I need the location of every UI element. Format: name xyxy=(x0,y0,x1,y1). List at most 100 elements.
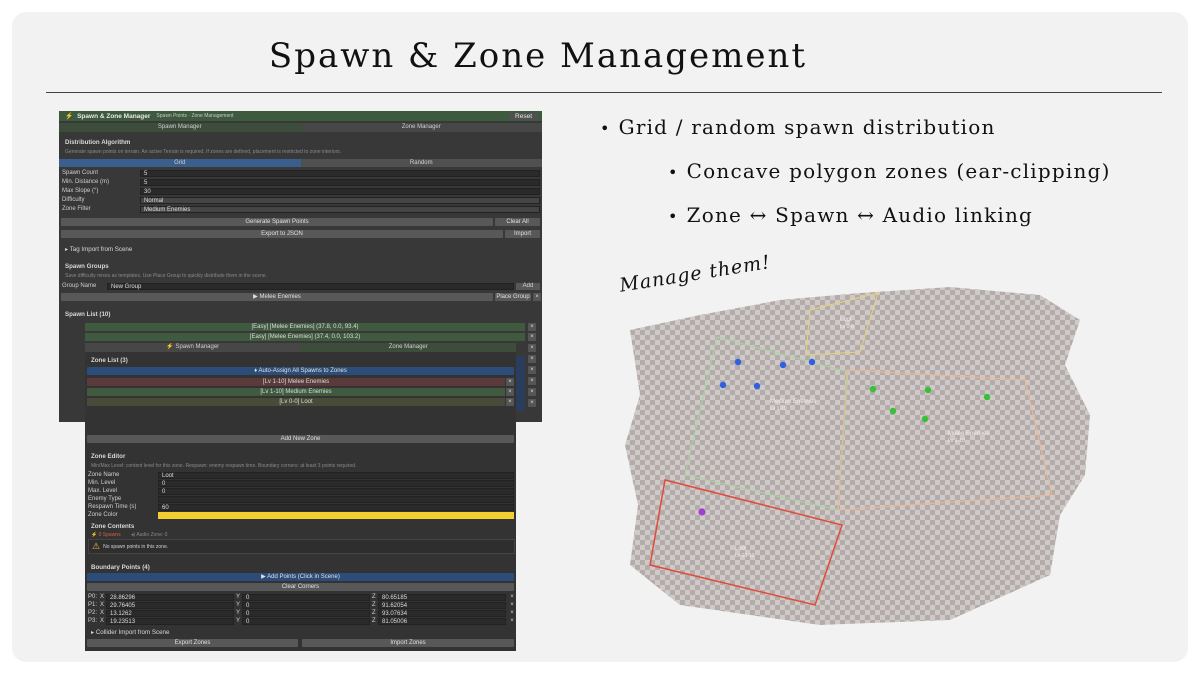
min-distance-field[interactable]: 5 xyxy=(140,178,540,186)
generate-spawn-points-button[interactable]: Generate Spawn Points xyxy=(61,218,493,226)
remove-spawn-icon[interactable]: × xyxy=(528,344,536,352)
clear-corners-button[interactable]: Clear Corners xyxy=(87,583,514,591)
zone-name-field[interactable]: Loot xyxy=(158,471,514,479)
place-group-button[interactable]: Place Group xyxy=(495,293,531,301)
spawn-count-label: Spawn Count xyxy=(62,170,99,176)
min-distance-label: Min. Distance (m) xyxy=(62,179,110,185)
difficulty-select[interactable]: Normal xyxy=(140,196,540,204)
spawn-list-item[interactable]: [Easy] [Melee Enemies] (37.8, 0.0, 93.4) xyxy=(85,323,525,331)
zone-sublabel: Lv 0-0 xyxy=(840,324,854,330)
max-level-field[interactable]: 0 xyxy=(158,487,514,495)
spawn-point-marker[interactable] xyxy=(719,381,727,389)
point-y-field[interactable]: 0 xyxy=(242,593,370,601)
import-zones-button[interactable]: Import Zones xyxy=(302,639,514,647)
point-z-field[interactable]: 93.07634 xyxy=(378,609,506,617)
point-y-field[interactable]: 0 xyxy=(242,609,370,617)
scene-map[interactable]: Loot Lv 0-0 Medium Enemies Lv 1-10 Melee… xyxy=(620,285,1100,630)
remove-zone-icon[interactable]: × xyxy=(506,388,514,396)
algo-toggle: Grid Random xyxy=(59,159,542,167)
spawn-count-field[interactable]: 5 xyxy=(140,169,540,177)
spawn-point-marker[interactable] xyxy=(734,358,742,366)
collider-import-foldout[interactable]: ▸ Collider Import from Scene xyxy=(91,629,169,636)
zone-list-item[interactable]: [Lv 1-10] Melee Enemies xyxy=(87,378,505,386)
remove-zone-icon[interactable]: × xyxy=(506,398,514,406)
spawn-point-marker[interactable] xyxy=(753,382,761,390)
title-divider xyxy=(46,92,1162,93)
spawn-point-marker[interactable] xyxy=(779,361,787,369)
spawn-count-row: Spawn Count 5 xyxy=(59,169,542,177)
max-slope-label: Max Slope (°) xyxy=(62,188,99,194)
add-points-button[interactable]: ▶ Add Points (Click in Scene) xyxy=(87,573,514,581)
tab-spawn-manager[interactable]: ⚡ Spawn Manager xyxy=(85,343,301,352)
lightning-icon: ⚡ xyxy=(91,532,98,538)
remove-point-icon[interactable]: × xyxy=(508,602,516,608)
remove-zone-icon[interactable]: × xyxy=(506,378,514,386)
enemy-type-field[interactable] xyxy=(158,495,514,503)
spawn-point-marker[interactable] xyxy=(921,415,929,423)
point-z-field[interactable]: 80.65185 xyxy=(378,593,506,601)
melee-group-button[interactable]: ▶ Melee Enemies xyxy=(61,293,493,301)
zone-color-swatch[interactable] xyxy=(158,511,514,519)
remove-point-icon[interactable]: × xyxy=(508,618,516,624)
export-zones-button[interactable]: Export Zones xyxy=(87,639,298,647)
tab-spawn-manager[interactable]: Spawn Manager xyxy=(59,123,301,132)
difficulty-label: Difficulty xyxy=(62,197,85,203)
spawn-point-marker[interactable] xyxy=(808,358,816,366)
zone-contents-title: Zone Contents xyxy=(91,523,135,530)
scene-map-svg: Loot Lv 0-0 Medium Enemies Lv 1-10 Melee… xyxy=(625,287,1090,625)
point-y-field[interactable]: 0 xyxy=(242,601,370,609)
auto-assign-button[interactable]: ♦ Auto-Assign All Spawns to Zones xyxy=(87,367,514,375)
point-id: P2: xyxy=(88,610,98,616)
spawn-point-marker[interactable] xyxy=(983,393,991,401)
point-y-field[interactable]: 0 xyxy=(242,617,370,625)
remove-group-icon[interactable]: × xyxy=(533,293,541,301)
zone-list-item[interactable]: [Lv 0-0] Loot xyxy=(87,398,505,406)
spawn-point-marker[interactable] xyxy=(869,385,877,393)
clear-all-button[interactable]: Clear All xyxy=(495,218,540,226)
remove-spawn-icon[interactable]: × xyxy=(528,355,536,363)
contents-audio: ◂) Audio Zone: 0 xyxy=(131,532,167,538)
add-new-zone-button[interactable]: Add New Zone xyxy=(87,435,514,443)
remove-spawn-icon[interactable]: × xyxy=(528,399,536,407)
random-option[interactable]: Random xyxy=(300,159,542,167)
groups-note: Save difficulty mixes as templates. Use … xyxy=(65,273,267,279)
respawn-row: Respawn Time (s) 60 xyxy=(85,503,516,511)
zone-filter-select[interactable]: Medium Enemies xyxy=(140,205,540,213)
point-z-field[interactable]: 81.05006 xyxy=(378,617,506,625)
tag-import-label: Tag Import from Scene xyxy=(69,246,133,253)
import-button[interactable]: Import xyxy=(505,230,540,238)
spawn-point-marker[interactable] xyxy=(924,386,932,394)
spawn-list-item[interactable]: [Easy] [Melee Enemies] (37.4, 0.0, 103.2… xyxy=(85,333,525,341)
point-x-field[interactable]: 13.1262 xyxy=(106,609,234,617)
tab-spawn-manager-label: Spawn Manager xyxy=(157,124,202,130)
min-distance-row: Min. Distance (m) 5 xyxy=(59,178,542,186)
grid-option[interactable]: Grid xyxy=(59,159,301,167)
zone-list-item[interactable]: [Lv 1-10] Medium Enemies xyxy=(87,388,505,396)
point-x-field[interactable]: 29.76405 xyxy=(106,601,234,609)
reset-button[interactable]: Reset xyxy=(509,112,538,120)
remove-point-icon[interactable]: × xyxy=(508,594,516,600)
tab-zone-manager[interactable]: Zone Manager xyxy=(300,343,516,352)
max-slope-field[interactable]: 30 xyxy=(140,187,540,195)
remove-spawn-icon[interactable]: × xyxy=(528,388,536,396)
remove-spawn-icon[interactable]: × xyxy=(528,333,536,341)
group-name-field[interactable]: New Group xyxy=(107,282,514,290)
algo-note: Generate spawn points on terrain. An act… xyxy=(65,149,342,155)
remove-spawn-icon[interactable]: × xyxy=(528,366,536,374)
point-z-field[interactable]: 91.62054 xyxy=(378,601,506,609)
tab-zone-manager[interactable]: Zone Manager xyxy=(300,123,542,132)
remove-spawn-icon[interactable]: × xyxy=(528,377,536,385)
remove-point-icon[interactable]: × xyxy=(508,610,516,616)
spawn-point-marker[interactable] xyxy=(889,407,897,415)
min-level-field[interactable]: 0 xyxy=(158,479,514,487)
bullet-3: • Zone ↔ Spawn ↔ Audio linking xyxy=(668,203,1034,227)
add-group-button[interactable]: Add xyxy=(516,282,540,290)
remove-spawn-icon[interactable]: × xyxy=(528,323,536,331)
spawn-point-marker[interactable] xyxy=(698,508,706,516)
zone-tab-bar: ⚡ Spawn Manager Zone Manager xyxy=(85,343,516,352)
respawn-field[interactable]: 60 xyxy=(158,503,514,511)
export-json-button[interactable]: Export to JSON xyxy=(61,230,503,238)
point-x-field[interactable]: 28.86296 xyxy=(106,593,234,601)
tag-import-foldout[interactable]: ▸ Tag Import from Scene xyxy=(65,246,132,253)
point-x-field[interactable]: 19.23513 xyxy=(106,617,234,625)
